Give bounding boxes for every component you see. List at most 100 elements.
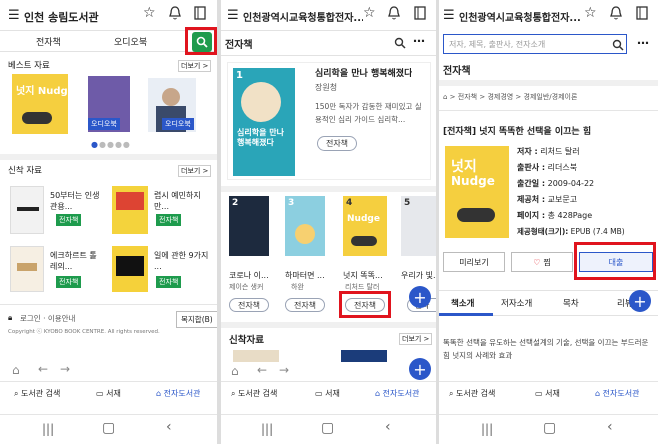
book-title: [전자책] 넛지 똑똑한 선택을 이끄는 힘 — [443, 127, 592, 137]
star-icon[interactable]: ☆ — [363, 5, 376, 21]
library-search-tab[interactable]: ⌕ 도서관 검색 — [14, 388, 60, 399]
ranked-author: 하완 — [291, 283, 304, 291]
book-cover-new2[interactable] — [112, 186, 148, 234]
section-title: 전자책 — [443, 66, 471, 77]
search-icon[interactable] — [611, 38, 625, 52]
best-more-link[interactable]: 더보기 > — [178, 60, 212, 72]
intro-text: 똑똑한 선택을 유도하는 선택설계의 기술, 선택을 이끄는 부드러운 힘 넛지… — [443, 338, 649, 360]
page-title: 인천광역시교육청통합전자... — [243, 13, 363, 24]
elib-tab[interactable]: ⌂ 전자도서관 — [375, 388, 419, 399]
wish-button[interactable]: ♡ 찜 — [511, 252, 573, 272]
back-button-icon[interactable]: ‹ — [385, 419, 391, 435]
book-cover-new[interactable] — [341, 350, 387, 362]
tab-ebook[interactable]: 전자책 — [36, 35, 61, 48]
back-arrow-icon[interactable]: ← — [38, 362, 48, 376]
divider — [0, 154, 217, 160]
star-icon[interactable]: ☆ — [143, 5, 156, 21]
new-book-title[interactable]: 일에 관한 9가지 ... — [154, 250, 212, 272]
back-arrow-icon[interactable]: ← — [257, 363, 267, 377]
detail-pages: 페이지 : 총 428Page — [517, 211, 593, 220]
tab-intro[interactable]: 책소개 — [451, 297, 474, 309]
book-cover-new4[interactable] — [112, 246, 148, 292]
recent-apps-icon[interactable]: ||| — [42, 422, 54, 436]
breadcrumb-item[interactable]: 경제일반/경제이론 — [524, 93, 578, 101]
home-button-icon[interactable]: ▢ — [543, 420, 556, 436]
search-input[interactable]: 저자, 제목, 출판사, 전자소개 — [449, 39, 545, 50]
tab-toc[interactable]: 목차 — [563, 297, 579, 309]
menu-icon[interactable]: ☰ — [227, 8, 239, 23]
more-options-icon[interactable]: ⋯ — [413, 34, 425, 48]
bell-icon[interactable] — [168, 6, 182, 20]
new-book-title[interactable]: 렵시 예민하지 만... — [154, 190, 212, 212]
add-fab-button[interactable]: + — [409, 286, 431, 308]
ranked-title[interactable]: 코로나 이... — [229, 270, 279, 281]
featured-author: 장원청 — [315, 83, 338, 92]
book-cover-new3[interactable] — [10, 246, 44, 292]
complex-button[interactable]: 복지합(B) — [176, 311, 217, 328]
home-button-icon[interactable]: ▢ — [102, 420, 115, 436]
shelf-tab[interactable]: ▭ 서재 — [535, 388, 560, 399]
book-cover-nudge[interactable]: 넛지 Nudge — [12, 74, 68, 134]
ranked-title[interactable]: 하마터면 ... — [285, 270, 337, 281]
ranked-title[interactable]: 우리가 빛... — [401, 270, 436, 281]
more-options-icon[interactable]: ⋯ — [637, 36, 649, 50]
bookmark-icon[interactable] — [635, 6, 649, 20]
ranked-title[interactable]: 넛지 똑똑... — [343, 270, 397, 281]
ebook-badge: 전자책 — [156, 276, 182, 288]
search-icon[interactable] — [393, 36, 407, 50]
footer-links[interactable]: 로그인 · 이용안내 — [20, 313, 75, 324]
star-icon[interactable]: ☆ — [584, 5, 597, 21]
preview-button[interactable]: 미리보기 — [443, 252, 505, 272]
home-icon[interactable]: ⌂ — [443, 93, 447, 101]
book-cover-rank2[interactable]: 2 — [229, 196, 269, 256]
forward-arrow-icon[interactable]: → — [60, 362, 70, 376]
breadcrumb-item[interactable]: 경제경영 — [487, 93, 513, 101]
book-cover-new[interactable] — [233, 350, 279, 362]
menu-icon[interactable]: ☰ — [443, 8, 455, 23]
ebook-chip[interactable]: 전자책 — [317, 136, 357, 151]
book-cover-rank3[interactable]: 3 — [285, 196, 325, 256]
book-cover-rank5[interactable]: 5 — [401, 196, 436, 256]
bell-icon[interactable] — [609, 6, 623, 20]
ranked-author: 제이슨 생커 — [229, 283, 264, 291]
home-icon[interactable]: ⌂ — [12, 363, 20, 377]
shelf-tab[interactable]: ▭ 서재 — [315, 388, 340, 399]
ebook-chip[interactable]: 전자책 — [285, 298, 325, 312]
bell-icon[interactable] — [387, 6, 401, 20]
library-home-panel: ☰ 인천 송림도서관 ☆ 전자책 오디오북 베스트 자료 더보기 > 넛지 Nu… — [0, 0, 217, 444]
new-more-link[interactable]: 더보기 > — [178, 165, 212, 177]
book-cover-rank4[interactable]: 4 Nudge — [343, 196, 387, 256]
add-fab-button[interactable]: + — [409, 358, 431, 380]
recent-apps-icon[interactable]: ||| — [481, 422, 493, 436]
home-button-icon[interactable]: ▢ — [321, 420, 334, 436]
elib-tab[interactable]: ⌂ 전자도서관 — [595, 388, 639, 399]
shelf-tab[interactable]: ▭ 서재 — [96, 388, 121, 399]
recent-apps-icon[interactable]: ||| — [261, 422, 273, 436]
forward-arrow-icon[interactable]: → — [279, 363, 289, 377]
page-title: 인천광역시교육청통합전자... — [459, 13, 581, 24]
ebook-chip[interactable]: 전자책 — [229, 298, 269, 312]
back-button-icon[interactable]: ‹ — [607, 419, 613, 435]
book-cover-nudge: 넛지 Nudge — [445, 146, 509, 238]
new-heading: 신착자료 — [229, 335, 264, 346]
home-icon[interactable]: ⌂ — [231, 364, 239, 378]
new-more-link[interactable]: 더보기 > — [399, 333, 433, 345]
bookmark-icon[interactable] — [193, 6, 207, 20]
new-book-title[interactable]: 에크하르트 톨 레의... — [50, 250, 106, 272]
new-book-title[interactable]: 50부터는 인생 관용... — [50, 190, 100, 212]
carousel-dots[interactable]: ●●●●● — [91, 140, 131, 149]
back-button-icon[interactable]: ‹ — [166, 419, 172, 435]
add-fab-button[interactable]: + — [629, 290, 651, 312]
featured-title[interactable]: 심리학을 만나 행복해졌다 — [315, 66, 412, 79]
bookmark-icon[interactable] — [413, 6, 427, 20]
tab-author-intro[interactable]: 저자소개 — [501, 297, 532, 309]
book-cover-new1[interactable] — [10, 186, 44, 234]
featured-cover[interactable]: 1 심리학을 만나 행복해졌다 — [233, 68, 295, 176]
elib-tab[interactable]: ⌂ 전자도서관 — [156, 388, 200, 399]
menu-icon[interactable]: ☰ — [8, 8, 20, 23]
library-search-tab[interactable]: ⌕ 도서관 검색 — [231, 388, 277, 399]
audiobook-badge: 오디오북 — [88, 118, 120, 130]
breadcrumb-item[interactable]: 전자책 — [458, 93, 477, 101]
tab-audiobook[interactable]: 오디오북 — [114, 35, 147, 48]
library-search-tab[interactable]: ⌕ 도서관 검색 — [449, 388, 495, 399]
